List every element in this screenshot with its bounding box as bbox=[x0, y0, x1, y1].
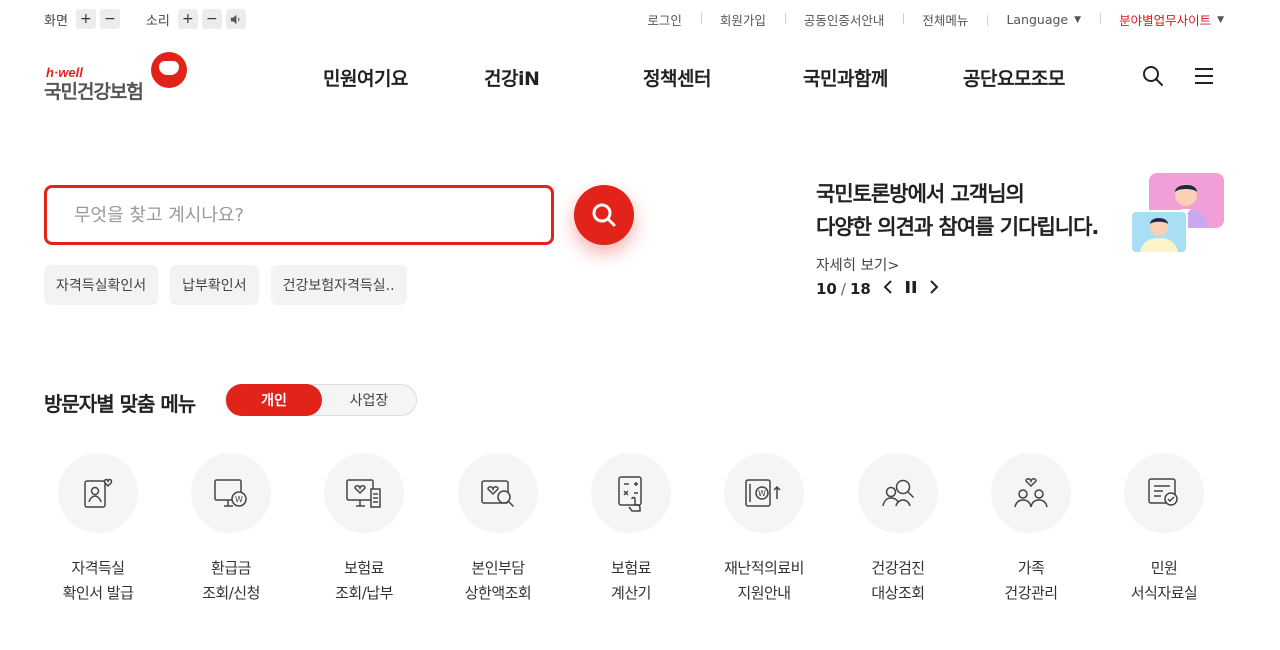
family-icon bbox=[991, 453, 1071, 533]
login-link[interactable]: 로그인 bbox=[628, 10, 701, 29]
keyword-chip[interactable]: 건강보험자격득실.. bbox=[270, 265, 407, 305]
svg-text:W: W bbox=[758, 489, 766, 498]
logo-name: 국민건강보험 bbox=[44, 81, 144, 103]
search-box bbox=[44, 185, 554, 245]
medical-support-icon: W bbox=[724, 453, 804, 533]
menu-item-label-line1: 보험료 bbox=[611, 559, 651, 577]
menu-item-calculator[interactable]: 보험료계산기 bbox=[566, 453, 696, 606]
chevron-right-icon: > bbox=[887, 258, 900, 274]
popular-keywords: 자격득실확인서 납부확인서 건강보험자격득실.. bbox=[44, 265, 419, 305]
nav-item-with-people[interactable]: 국민과함께 bbox=[803, 64, 888, 91]
menu-item-label-line1: 민원 bbox=[1150, 559, 1178, 577]
promo-pause-button[interactable] bbox=[905, 279, 917, 298]
menu-item-forms-library[interactable]: 민원서식자료실 bbox=[1099, 453, 1229, 606]
menu-item-label-line1: 건강검진 bbox=[871, 559, 925, 577]
menu-item-label-line2: 조회/납부 bbox=[335, 584, 393, 602]
business-sites-label: 분야별업무사이트 bbox=[1119, 13, 1212, 28]
tab-business[interactable]: 사업장 bbox=[322, 385, 416, 415]
promo-total-pages: 18 bbox=[849, 279, 871, 298]
nav-item-policy[interactable]: 정책센터 bbox=[643, 64, 711, 91]
sound-group: 소리 + − bbox=[146, 9, 250, 29]
pager-separator: / bbox=[840, 279, 846, 298]
promo-current-page: 10 bbox=[816, 279, 837, 298]
nav-item-civil[interactable]: 민원여기요 bbox=[323, 64, 408, 91]
accessibility-controls: 화면 + − 소리 + − bbox=[44, 9, 272, 29]
keyword-chip[interactable]: 자격득실확인서 bbox=[44, 265, 159, 305]
search-icon[interactable] bbox=[1141, 64, 1165, 88]
pause-icon bbox=[905, 281, 916, 293]
menu-item-label-line1: 본인부담 bbox=[471, 559, 525, 577]
menu-item-label-line2: 대상조회 bbox=[871, 584, 925, 602]
screen-zoom-group: 화면 + − bbox=[44, 9, 124, 29]
language-select[interactable]: Language ▼ bbox=[987, 12, 1100, 27]
keyword-chip[interactable]: 납부확인서 bbox=[170, 265, 259, 305]
svg-text:W: W bbox=[235, 495, 243, 504]
logo-mark-icon bbox=[151, 52, 187, 88]
speaker-icon[interactable] bbox=[225, 9, 246, 29]
menu-item-label-line2: 계산기 bbox=[611, 584, 651, 602]
menu-item-label-line1: 자격득실 bbox=[71, 559, 125, 577]
premium-payment-icon bbox=[324, 453, 404, 533]
site-logo[interactable]: h·well 국민건강보험 bbox=[44, 52, 194, 103]
visitor-menu-title: 방문자별 맞춤 메뉴 bbox=[44, 392, 196, 416]
calculator-icon bbox=[591, 453, 671, 533]
menu-item-premium-payment[interactable]: 보험료조회/납부 bbox=[299, 453, 429, 606]
menu-item-certificate[interactable]: 자격득실확인서 발급 bbox=[33, 453, 163, 606]
visitor-type-toggle: 개인 사업장 bbox=[225, 384, 417, 416]
menu-item-label-line2: 건강관리 bbox=[1004, 584, 1058, 602]
business-sites-select[interactable]: 분야별업무사이트 ▼ bbox=[1100, 10, 1224, 29]
promo-prev-button[interactable] bbox=[883, 279, 893, 298]
chevron-right-icon bbox=[930, 280, 939, 294]
menu-item-label-line2: 지원안내 bbox=[737, 584, 791, 602]
screen-zoom-out-button[interactable]: − bbox=[99, 9, 120, 29]
certificate-icon bbox=[58, 453, 138, 533]
promo-more-link[interactable]: 자세히 보기> bbox=[816, 254, 899, 275]
menu-item-family-health[interactable]: 가족건강관리 bbox=[966, 453, 1096, 606]
nav-item-about[interactable]: 공단요모조모 bbox=[963, 64, 1065, 91]
promo-pager: 10 / 18 bbox=[816, 279, 939, 298]
screen-zoom-label: 화면 bbox=[44, 13, 68, 29]
menu-item-checkup[interactable]: 건강검진대상조회 bbox=[833, 453, 963, 606]
menu-item-medical-support[interactable]: W 재난적의료비지원안내 bbox=[699, 453, 829, 606]
menu-item-label-line1: 보험료 bbox=[344, 559, 384, 577]
caret-down-icon: ▼ bbox=[1217, 14, 1224, 25]
screen-zoom-in-button[interactable]: + bbox=[75, 9, 96, 29]
chevron-left-icon bbox=[883, 280, 892, 294]
nav-item-health-in[interactable]: 건강iN bbox=[484, 64, 540, 91]
search-input[interactable] bbox=[74, 202, 514, 228]
menu-item-label-line2: 확인서 발급 bbox=[62, 584, 134, 602]
hamburger-menu-icon[interactable] bbox=[1192, 64, 1216, 88]
copay-search-icon bbox=[458, 453, 538, 533]
promo-more-label: 자세히 보기 bbox=[816, 258, 888, 274]
sound-label: 소리 bbox=[145, 13, 170, 29]
search-submit-button[interactable] bbox=[574, 185, 634, 245]
tab-personal[interactable]: 개인 bbox=[226, 384, 322, 416]
menu-item-label-line1: 환급금 bbox=[211, 559, 251, 577]
menu-item-label-line1: 재난적의료비 bbox=[724, 559, 804, 577]
volume-down-button[interactable]: − bbox=[201, 9, 222, 29]
signup-link[interactable]: 회원가입 bbox=[700, 10, 785, 29]
forms-library-icon bbox=[1124, 453, 1204, 533]
checkup-search-icon bbox=[858, 453, 938, 533]
utility-bar: 화면 + − 소리 + − 로그인 회원가입 공동인증서안내 전체메뉴 Lang… bbox=[0, 0, 1280, 40]
search-icon bbox=[592, 203, 616, 227]
caret-down-icon: ▼ bbox=[1074, 14, 1082, 25]
certificate-guide-link[interactable]: 공동인증서안내 bbox=[784, 10, 904, 29]
volume-up-button[interactable]: + bbox=[177, 9, 198, 29]
promo-next-button[interactable] bbox=[929, 279, 939, 298]
menu-item-refund[interactable]: W 환급금조회/신청 bbox=[166, 453, 296, 606]
menu-item-label-line1: 가족 bbox=[1017, 559, 1045, 577]
menu-item-label-line2: 상한액조회 bbox=[464, 584, 532, 602]
language-label: Language bbox=[1006, 12, 1069, 27]
promo-person-illustration bbox=[1130, 210, 1188, 254]
menu-item-label-line2: 조회/신청 bbox=[202, 584, 260, 602]
menu-item-copay-limit[interactable]: 본인부담상한액조회 bbox=[433, 453, 563, 606]
menu-item-label-line2: 서식자료실 bbox=[1130, 584, 1198, 602]
utility-links: 로그인 회원가입 공동인증서안내 전체메뉴 Language ▼ 분야별업무사이트… bbox=[628, 10, 1224, 29]
refund-monitor-icon: W bbox=[191, 453, 271, 533]
all-menu-link[interactable]: 전체메뉴 bbox=[903, 10, 987, 29]
